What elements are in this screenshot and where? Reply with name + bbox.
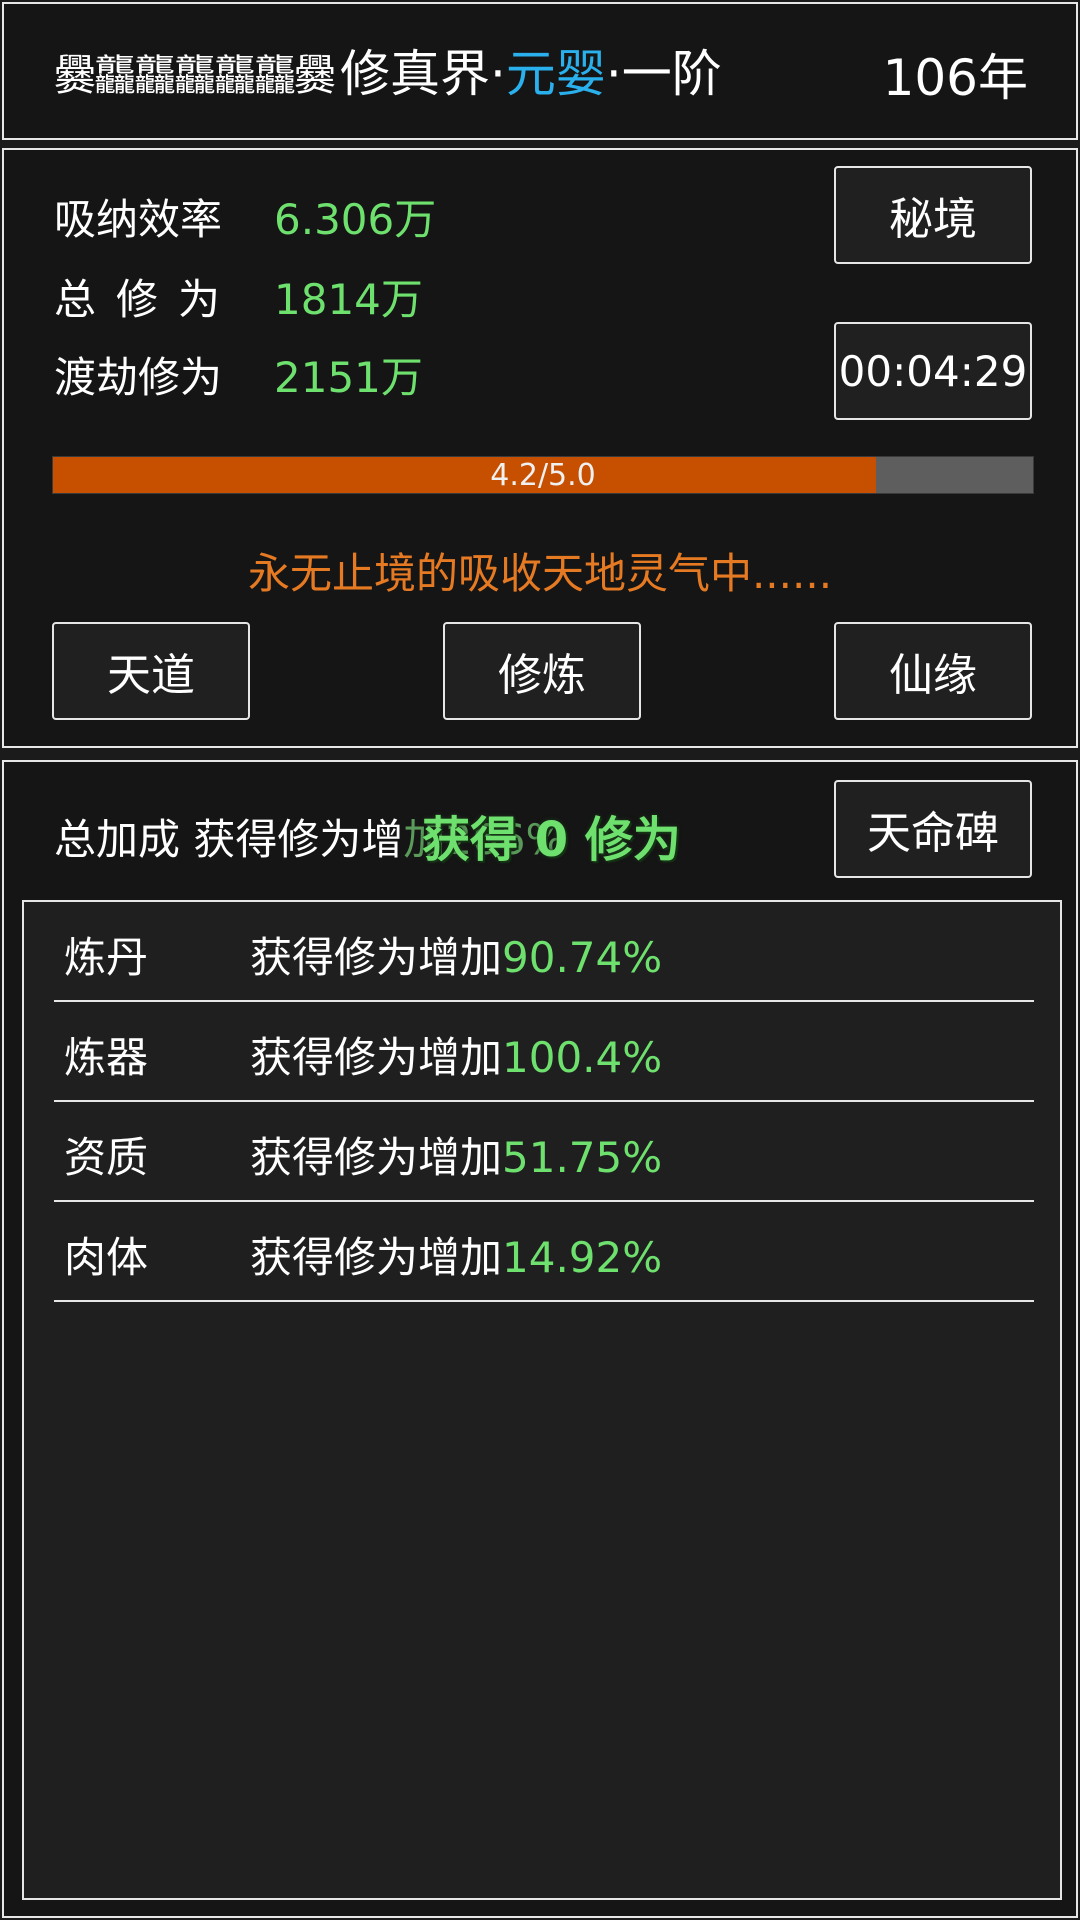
- timer-button[interactable]: 00:04:29: [834, 322, 1032, 420]
- bonus-percent: 100.4%: [502, 1033, 663, 1082]
- bonus-category: 肉体: [64, 1233, 149, 1282]
- bonus-percent: 51.75%: [502, 1133, 663, 1182]
- bonus-description: 获得修为增加100.4%: [250, 1033, 663, 1082]
- bonus-category: 资质: [64, 1133, 149, 1182]
- bonus-description: 获得修为增加90.74%: [250, 933, 663, 982]
- bonus-panel: 总加成 获得修为增加266% 获得 0 修为 天命碑 炼丹 获得修为增加90.7…: [2, 760, 1078, 1918]
- year-counter: 106年: [882, 49, 1028, 107]
- bonus-category: 炼器: [64, 1033, 149, 1082]
- bonus-percent: 90.74%: [502, 933, 663, 982]
- immortal-fate-button[interactable]: 仙缘: [834, 622, 1032, 720]
- total-cultivation-value: 1814万: [274, 275, 423, 324]
- game-screen: 爨龘龘龘龘龘爨 修真界·元婴·一阶 106年 吸纳效率 6.306万 总修为 181…: [0, 0, 1080, 1920]
- bonus-description: 获得修为增加51.75%: [250, 1133, 663, 1182]
- progress-label: 4.2/5.0: [490, 458, 596, 493]
- bonus-percent: 14.92%: [502, 1233, 663, 1282]
- total-bonus-label: 总加成 获得修为增: [54, 815, 404, 864]
- status-message: 永无止境的吸收天地灵气中......: [247, 549, 833, 598]
- total-cultivation-label: 总修为: [54, 275, 241, 324]
- realm-suffix: ·一阶: [605, 45, 722, 103]
- secret-realm-button[interactable]: 秘境: [834, 166, 1032, 264]
- cultivate-button[interactable]: 修炼: [443, 622, 641, 720]
- player-name: 爨龘龘龘龘龘爨: [54, 51, 336, 100]
- bonus-row-forging: 炼器 获得修为增加100.4%: [54, 1002, 1034, 1102]
- realm-prefix: 修真界·: [340, 45, 506, 103]
- absorb-rate-label: 吸纳效率: [54, 195, 223, 244]
- heaven-dao-button[interactable]: 天道: [52, 622, 250, 720]
- tribulation-value: 2151万: [274, 353, 423, 402]
- tribulation-label: 渡劫修为: [54, 353, 223, 402]
- bonus-row-aptitude: 资质 获得修为增加51.75%: [54, 1102, 1034, 1202]
- cultivation-progress-bar: 4.2/5.0: [52, 456, 1034, 494]
- bonus-description: 获得修为增加14.92%: [250, 1233, 663, 1282]
- destiny-stele-button[interactable]: 天命碑: [834, 780, 1032, 878]
- header-panel: 爨龘龘龘龘龘爨 修真界·元婴·一阶 106年: [2, 2, 1078, 140]
- realm-stage: 元婴: [505, 45, 606, 103]
- absorb-rate-value: 6.306万: [274, 195, 437, 244]
- absorb-rate-row: 吸纳效率 6.306万: [54, 186, 436, 247]
- bonus-category: 炼丹: [64, 933, 149, 982]
- realm-title: 修真界·元婴·一阶: [340, 34, 722, 106]
- tribulation-row: 渡劫修为 2151万: [54, 344, 423, 405]
- bonus-row-alchemy: 炼丹 获得修为增加90.74%: [54, 902, 1034, 1002]
- bonus-row-body: 肉体 获得修为增加14.92%: [54, 1202, 1034, 1302]
- bonus-list: 炼丹 获得修为增加90.74% 炼器 获得修为增加100.4% 资质 获得修为增…: [22, 900, 1062, 1900]
- stats-panel: 吸纳效率 6.306万 总修为 1814万 渡劫修为 2151万 秘境 00:04:2…: [2, 148, 1078, 748]
- gain-popup-text: 获得 0 修为: [422, 812, 681, 868]
- total-cultivation-row: 总修为 1814万: [54, 266, 423, 327]
